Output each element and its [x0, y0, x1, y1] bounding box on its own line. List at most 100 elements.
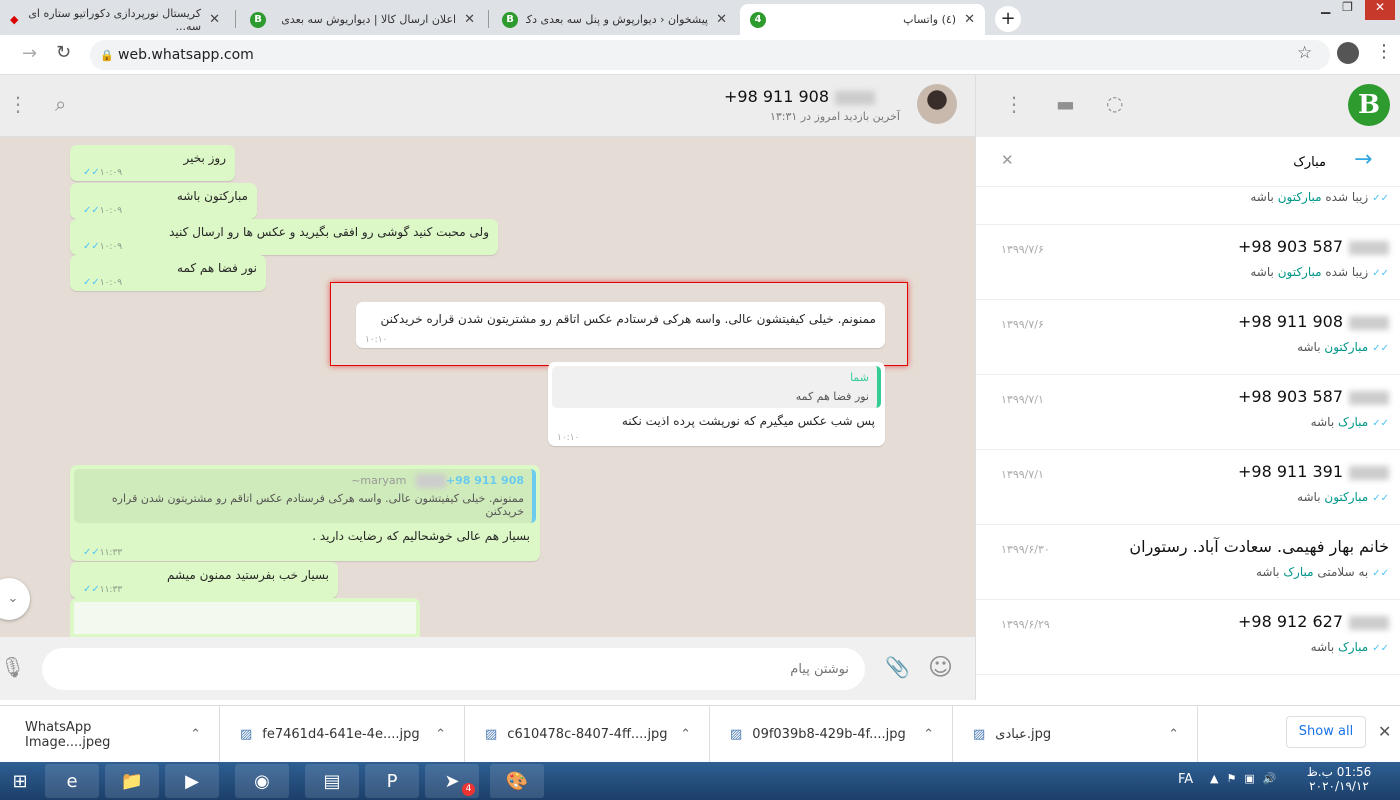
new-tab-button[interactable]: +	[995, 6, 1021, 32]
download-item[interactable]: ▨ c610478c-8407-4ff....jpg ⌃	[470, 706, 710, 763]
search-result-item[interactable]: +98 903 587 ✓✓مبارک باشه ۱۳۹۹/۷/۱	[976, 375, 1400, 450]
chat-header[interactable]: ⋮ ⌕ +98 911 908 آخرین بازدید امروز در ۱۳…	[0, 75, 975, 137]
reload-icon[interactable]: ↻	[56, 42, 71, 63]
result-name: خانم بهار فهیمی. سعادت آباد. رستوران	[1129, 537, 1389, 556]
search-input[interactable]	[1026, 147, 1326, 177]
chevron-up-icon[interactable]: ⌃	[1168, 727, 1179, 742]
show-all-button[interactable]: Show all	[1286, 716, 1366, 748]
image-message[interactable]	[70, 598, 420, 638]
file-explorer-icon[interactable]: 📁	[105, 764, 159, 798]
search-result-item[interactable]: خانم شوکت. انقلاب. شرق ✓✓زیبا شده مبارکت…	[976, 187, 1400, 225]
double-check-icon: ✓✓	[1372, 268, 1389, 279]
chevron-up-icon[interactable]: ⌃	[923, 727, 934, 742]
telegram-icon[interactable]: ➤ 4	[425, 764, 479, 798]
search-result-item[interactable]: +98 903 587 ✓✓زیبا شده مبارکتون باشه ۱۳۹…	[976, 225, 1400, 300]
close-tab-icon[interactable]: ✕	[464, 12, 475, 27]
close-tab-icon[interactable]: ✕	[716, 12, 727, 27]
b-logo-icon: B	[250, 11, 266, 28]
forward-icon[interactable]: →	[22, 43, 37, 64]
image-file-icon: ▨	[730, 727, 743, 742]
message-bubble[interactable]: ولی محبت کنید گوشی رو افقی بگیرید و عکس …	[70, 219, 498, 255]
minimize-button[interactable]: ▁	[1321, 0, 1330, 20]
message-bubble-reply[interactable]: +98 911 908 ~maryam ممنونم. خیلی کیفیتشون…	[70, 465, 540, 561]
paint-icon[interactable]: 🎨	[490, 764, 544, 798]
downloads-bar: WhatsApp Image....jpeg ⌃ ▨ fe7461d4-641e-4e…	[0, 705, 1400, 763]
menu-icon[interactable]: ⋮	[8, 92, 28, 116]
result-message: ✓✓زیبا شده مبارکتون باشه	[1250, 265, 1389, 279]
message-bubble[interactable]: روز بخیر ✓✓۱۰:۰۹	[70, 145, 235, 181]
search-result-item[interactable]: +98 912 627 ✓✓مبارک باشه ۱۳۹۹/۶/۲۹	[976, 600, 1400, 675]
contact-avatar[interactable]	[917, 84, 957, 124]
result-date: ۱۳۹۹/۷/۱	[1001, 393, 1044, 406]
close-window-button[interactable]: ✕	[1364, 0, 1395, 20]
profile-logo[interactable]: B	[1348, 84, 1390, 126]
chevron-up-icon[interactable]: ⌃	[680, 727, 691, 742]
double-check-icon: ✓✓	[1372, 643, 1389, 654]
restore-button[interactable]: ❐	[1342, 0, 1353, 20]
tab-title: کریستال نورپردازی دکوراتیو ستاره ای سه..…	[28, 6, 202, 33]
new-chat-icon[interactable]: ▬	[1056, 92, 1075, 116]
search-icon[interactable]: ⌕	[55, 92, 66, 116]
double-check-icon: ✓✓	[1372, 568, 1389, 579]
status-icon[interactable]: ◌	[1106, 91, 1123, 115]
lock-icon: 🔒	[100, 48, 114, 62]
result-message: ✓✓مبارک باشه	[1310, 415, 1389, 429]
tab-whatsapp[interactable]: ✕ (٤) واتساپ 4	[740, 4, 985, 35]
download-item[interactable]: WhatsApp Image....jpeg ⌃	[0, 706, 220, 763]
quoted-message[interactable]: +98 911 908 ~maryam ممنونم. خیلی کیفیتشون…	[74, 469, 536, 523]
chevron-up-icon[interactable]: ⌃	[435, 727, 446, 742]
close-tab-icon[interactable]: ✕	[209, 12, 220, 27]
result-name: +98 903 587	[1238, 237, 1389, 256]
clear-search-icon[interactable]: ✕	[1001, 151, 1014, 169]
psiphon-icon[interactable]: P	[365, 764, 419, 798]
whatsapp-badge-icon: 4	[750, 11, 766, 28]
chevron-up-icon[interactable]: ⌃	[190, 727, 201, 742]
microphone-icon[interactable]: 🎙	[0, 655, 25, 679]
download-item[interactable]: ▨ عبادی.jpg ⌃	[958, 706, 1198, 763]
message-bubble[interactable]: نور فضا هم کمه ✓✓۱۰:۰۹	[70, 255, 266, 291]
result-name: +98 911 908	[1238, 312, 1389, 331]
chrome-icon[interactable]: ◉	[235, 764, 289, 798]
quoted-message[interactable]: شما نور فضا هم کمه	[552, 366, 881, 408]
tab-3[interactable]: ✕ پیشخوان ‹ دیوارپوش و پنل سه بعدی دکورات…	[492, 4, 737, 35]
media-player-icon[interactable]: ▶	[165, 764, 219, 798]
message-bubble[interactable]: مبارکتون باشه ✓✓۱۰:۰۹	[70, 183, 257, 219]
language-indicator[interactable]: FA	[1178, 772, 1193, 787]
clock[interactable]: 01:56 ب.ظ ۲۰۲۰/۱۹/۱۲	[1300, 765, 1378, 793]
download-item[interactable]: ▨ 09f039b8-429b-4f....jpg ⌃	[715, 706, 953, 763]
message-input[interactable]	[42, 648, 865, 690]
tray-icons[interactable]: ▲⚑▣🔊	[1210, 772, 1284, 785]
image-file-icon: ▨	[485, 727, 498, 742]
attach-icon[interactable]: 📎	[885, 655, 910, 679]
emoji-icon[interactable]: ☺	[928, 653, 953, 681]
search-row: ✕ →	[976, 137, 1400, 187]
search-result-item[interactable]: خانم بهار فهیمی. سعادت آباد. رستوران ✓✓ب…	[976, 525, 1400, 600]
url-input[interactable]: 🔒 web.whatsapp.com	[90, 40, 1330, 70]
bookmark-star-icon[interactable]: ☆	[1297, 43, 1312, 63]
tab-2[interactable]: ✕ اعلان ارسال کالا | دیواریوش سه بعدی B	[240, 4, 485, 35]
message-bubble-reply[interactable]: شما نور فضا هم کمه پس شب عکس میگیرم که نو…	[548, 362, 885, 446]
image-file-icon: ▨	[973, 727, 986, 742]
download-filename: c610478c-8407-4ff....jpg	[507, 727, 668, 742]
app-icon[interactable]: ▤	[305, 764, 359, 798]
profile-avatar[interactable]	[1337, 42, 1359, 64]
tab-1[interactable]: ✕ کریستال نورپردازی دکوراتیو ستاره ای سه.…	[0, 4, 230, 35]
close-tab-icon[interactable]: ✕	[964, 12, 975, 27]
download-item[interactable]: ▨ fe7461d4-641e-4e....jpg ⌃	[225, 706, 465, 763]
menu-icon[interactable]: ⋮	[1004, 92, 1024, 116]
ie-icon[interactable]: e	[45, 764, 99, 798]
window-controls: ▁ ❐ ✕	[1295, 0, 1395, 20]
start-button[interactable]: ⊞	[0, 764, 40, 798]
result-message: ✓✓مبارکتون باشه	[1297, 490, 1389, 504]
result-date: ۱۳۹۹/۷/۶	[1001, 243, 1044, 256]
tab-title: پیشخوان ‹ دیوارپوش و پنل سه بعدی دکوراتی…	[526, 13, 709, 26]
chrome-menu-icon[interactable]: ⋮	[1375, 41, 1393, 62]
search-result-item[interactable]: +98 911 391 ✓✓مبارکتون باشه ۱۳۹۹/۷/۱	[976, 450, 1400, 525]
message-bubble[interactable]: بسیار خب بفرستید ممنون میشم ✓✓۱۱:۳۳	[70, 562, 338, 598]
back-arrow-icon[interactable]: →	[1354, 147, 1372, 172]
download-filename: 09f039b8-429b-4f....jpg	[752, 727, 906, 742]
close-downloads-icon[interactable]: ✕	[1378, 722, 1391, 741]
search-result-item[interactable]: +98 911 908 ✓✓مبارکتون باشه ۱۳۹۹/۷/۶	[976, 300, 1400, 375]
scroll-down-button[interactable]: ⌄	[0, 578, 30, 620]
message-bubble[interactable]: ممنونم. خیلی کیفیتشون عالی. واسه هرکی فر…	[356, 302, 885, 348]
